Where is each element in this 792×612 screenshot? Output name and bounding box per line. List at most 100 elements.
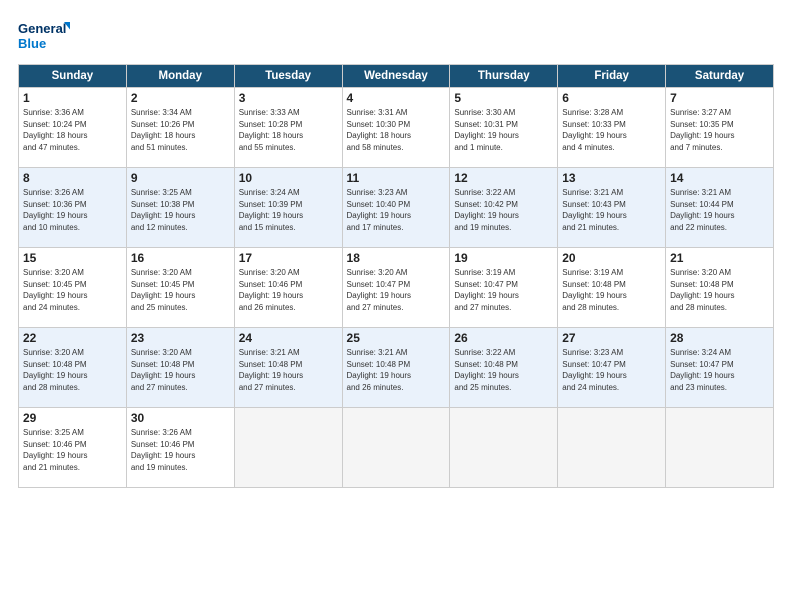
day-number: 22	[23, 331, 122, 345]
day-number: 1	[23, 91, 122, 105]
svg-text:Blue: Blue	[18, 36, 46, 51]
calendar-cell: 18 Sunrise: 3:20 AMSunset: 10:47 PMDaylig…	[342, 248, 450, 328]
header-friday: Friday	[558, 65, 666, 88]
day-number: 11	[347, 171, 446, 185]
day-info: Sunrise: 3:20 AMSunset: 10:48 PMDaylight…	[23, 347, 122, 393]
calendar-cell: 17 Sunrise: 3:20 AMSunset: 10:46 PMDaylig…	[234, 248, 342, 328]
day-info: Sunrise: 3:19 AMSunset: 10:48 PMDaylight…	[562, 267, 661, 313]
day-number: 16	[131, 251, 230, 265]
week-row-1: 1 Sunrise: 3:36 AMSunset: 10:24 PMDayligh…	[19, 88, 774, 168]
day-info: Sunrise: 3:22 AMSunset: 10:48 PMDaylight…	[454, 347, 553, 393]
day-number: 27	[562, 331, 661, 345]
calendar-cell	[234, 408, 342, 488]
svg-text:General: General	[18, 21, 66, 36]
calendar-cell: 12 Sunrise: 3:22 AMSunset: 10:42 PMDaylig…	[450, 168, 558, 248]
day-number: 19	[454, 251, 553, 265]
calendar-cell: 11 Sunrise: 3:23 AMSunset: 10:40 PMDaylig…	[342, 168, 450, 248]
day-number: 29	[23, 411, 122, 425]
week-row-3: 15 Sunrise: 3:20 AMSunset: 10:45 PMDaylig…	[19, 248, 774, 328]
header-wednesday: Wednesday	[342, 65, 450, 88]
day-info: Sunrise: 3:23 AMSunset: 10:40 PMDaylight…	[347, 187, 446, 233]
calendar-cell: 28 Sunrise: 3:24 AMSunset: 10:47 PMDaylig…	[666, 328, 774, 408]
calendar-cell: 2Sunrise: 3:34 AMSunset: 10:26 PMDayligh…	[126, 88, 234, 168]
calendar-cell: 9 Sunrise: 3:25 AMSunset: 10:38 PMDayligh…	[126, 168, 234, 248]
day-info: Sunrise: 3:25 AMSunset: 10:38 PMDaylight…	[131, 187, 230, 233]
calendar-cell: 26 Sunrise: 3:22 AMSunset: 10:48 PMDaylig…	[450, 328, 558, 408]
day-info: Sunrise: 3:30 AMSunset: 10:31 PMDaylight…	[454, 107, 553, 153]
day-number: 2	[131, 91, 230, 105]
day-number: 15	[23, 251, 122, 265]
day-number: 6	[562, 91, 661, 105]
day-info: Sunrise: 3:20 AMSunset: 10:48 PMDaylight…	[131, 347, 230, 393]
calendar-cell: 21Sunrise: 3:20 AMSunset: 10:48 PMDaylig…	[666, 248, 774, 328]
calendar-cell: 16 Sunrise: 3:20 AMSunset: 10:45 PMDaylig…	[126, 248, 234, 328]
day-number: 7	[670, 91, 769, 105]
header-thursday: Thursday	[450, 65, 558, 88]
header-saturday: Saturday	[666, 65, 774, 88]
day-info: Sunrise: 3:26 AMSunset: 10:36 PMDaylight…	[23, 187, 122, 233]
calendar-cell: 22 Sunrise: 3:20 AMSunset: 10:48 PMDaylig…	[19, 328, 127, 408]
day-info: Sunrise: 3:21 AMSunset: 10:48 PMDaylight…	[239, 347, 338, 393]
day-info: Sunrise: 3:25 AMSunset: 10:46 PMDaylight…	[23, 427, 122, 473]
calendar-cell: 20 Sunrise: 3:19 AMSunset: 10:48 PMDaylig…	[558, 248, 666, 328]
day-number: 5	[454, 91, 553, 105]
day-info: Sunrise: 3:21 AMSunset: 10:48 PMDaylight…	[347, 347, 446, 393]
day-number: 26	[454, 331, 553, 345]
day-number: 3	[239, 91, 338, 105]
day-number: 9	[131, 171, 230, 185]
calendar-cell: 1 Sunrise: 3:36 AMSunset: 10:24 PMDayligh…	[19, 88, 127, 168]
day-info: Sunrise: 3:20 AMSunset: 10:45 PMDaylight…	[131, 267, 230, 313]
calendar-cell: 13Sunrise: 3:21 AMSunset: 10:43 PMDaylig…	[558, 168, 666, 248]
logo-svg: General Blue	[18, 18, 70, 54]
calendar-cell: 15 Sunrise: 3:20 AMSunset: 10:45 PMDaylig…	[19, 248, 127, 328]
day-number: 12	[454, 171, 553, 185]
day-info: Sunrise: 3:20 AMSunset: 10:46 PMDaylight…	[239, 267, 338, 313]
calendar-cell	[342, 408, 450, 488]
calendar-cell: 10Sunrise: 3:24 AMSunset: 10:39 PMDaylig…	[234, 168, 342, 248]
day-info: Sunrise: 3:23 AMSunset: 10:47 PMDaylight…	[562, 347, 661, 393]
week-row-5: 29 Sunrise: 3:25 AMSunset: 10:46 PMDaylig…	[19, 408, 774, 488]
day-info: Sunrise: 3:24 AMSunset: 10:47 PMDaylight…	[670, 347, 769, 393]
day-info: Sunrise: 3:28 AMSunset: 10:33 PMDaylight…	[562, 107, 661, 153]
calendar-cell	[666, 408, 774, 488]
calendar-cell: 3 Sunrise: 3:33 AMSunset: 10:28 PMDayligh…	[234, 88, 342, 168]
day-number: 21	[670, 251, 769, 265]
day-info: Sunrise: 3:22 AMSunset: 10:42 PMDaylight…	[454, 187, 553, 233]
day-info: Sunrise: 3:21 AMSunset: 10:43 PMDaylight…	[562, 187, 661, 233]
day-number: 30	[131, 411, 230, 425]
calendar-cell: 30Sunrise: 3:26 AMSunset: 10:46 PMDaylig…	[126, 408, 234, 488]
calendar-cell: 5 Sunrise: 3:30 AMSunset: 10:31 PMDayligh…	[450, 88, 558, 168]
calendar: SundayMondayTuesdayWednesdayThursdayFrid…	[18, 64, 774, 488]
header-sunday: Sunday	[19, 65, 127, 88]
day-number: 17	[239, 251, 338, 265]
calendar-cell: 25 Sunrise: 3:21 AMSunset: 10:48 PMDaylig…	[342, 328, 450, 408]
week-row-4: 22 Sunrise: 3:20 AMSunset: 10:48 PMDaylig…	[19, 328, 774, 408]
calendar-cell: 8Sunrise: 3:26 AMSunset: 10:36 PMDayligh…	[19, 168, 127, 248]
day-number: 23	[131, 331, 230, 345]
week-row-2: 8Sunrise: 3:26 AMSunset: 10:36 PMDayligh…	[19, 168, 774, 248]
calendar-header-row: SundayMondayTuesdayWednesdayThursdayFrid…	[19, 65, 774, 88]
day-info: Sunrise: 3:20 AMSunset: 10:47 PMDaylight…	[347, 267, 446, 313]
calendar-cell: 23 Sunrise: 3:20 AMSunset: 10:48 PMDaylig…	[126, 328, 234, 408]
day-info: Sunrise: 3:24 AMSunset: 10:39 PMDaylight…	[239, 187, 338, 233]
calendar-cell: 4Sunrise: 3:31 AMSunset: 10:30 PMDayligh…	[342, 88, 450, 168]
day-info: Sunrise: 3:20 AMSunset: 10:45 PMDaylight…	[23, 267, 122, 313]
day-info: Sunrise: 3:36 AMSunset: 10:24 PMDaylight…	[23, 107, 122, 153]
day-info: Sunrise: 3:27 AMSunset: 10:35 PMDaylight…	[670, 107, 769, 153]
day-number: 25	[347, 331, 446, 345]
day-info: Sunrise: 3:19 AMSunset: 10:47 PMDaylight…	[454, 267, 553, 313]
logo: General Blue	[18, 18, 70, 54]
calendar-cell: 14Sunrise: 3:21 AMSunset: 10:44 PMDaylig…	[666, 168, 774, 248]
day-number: 24	[239, 331, 338, 345]
calendar-cell: 29 Sunrise: 3:25 AMSunset: 10:46 PMDaylig…	[19, 408, 127, 488]
day-info: Sunrise: 3:21 AMSunset: 10:44 PMDaylight…	[670, 187, 769, 233]
calendar-cell	[558, 408, 666, 488]
calendar-cell: 7 Sunrise: 3:27 AMSunset: 10:35 PMDayligh…	[666, 88, 774, 168]
calendar-cell: 24 Sunrise: 3:21 AMSunset: 10:48 PMDaylig…	[234, 328, 342, 408]
day-info: Sunrise: 3:33 AMSunset: 10:28 PMDaylight…	[239, 107, 338, 153]
day-number: 18	[347, 251, 446, 265]
day-number: 20	[562, 251, 661, 265]
header: General Blue	[18, 18, 774, 54]
day-number: 28	[670, 331, 769, 345]
day-info: Sunrise: 3:31 AMSunset: 10:30 PMDaylight…	[347, 107, 446, 153]
